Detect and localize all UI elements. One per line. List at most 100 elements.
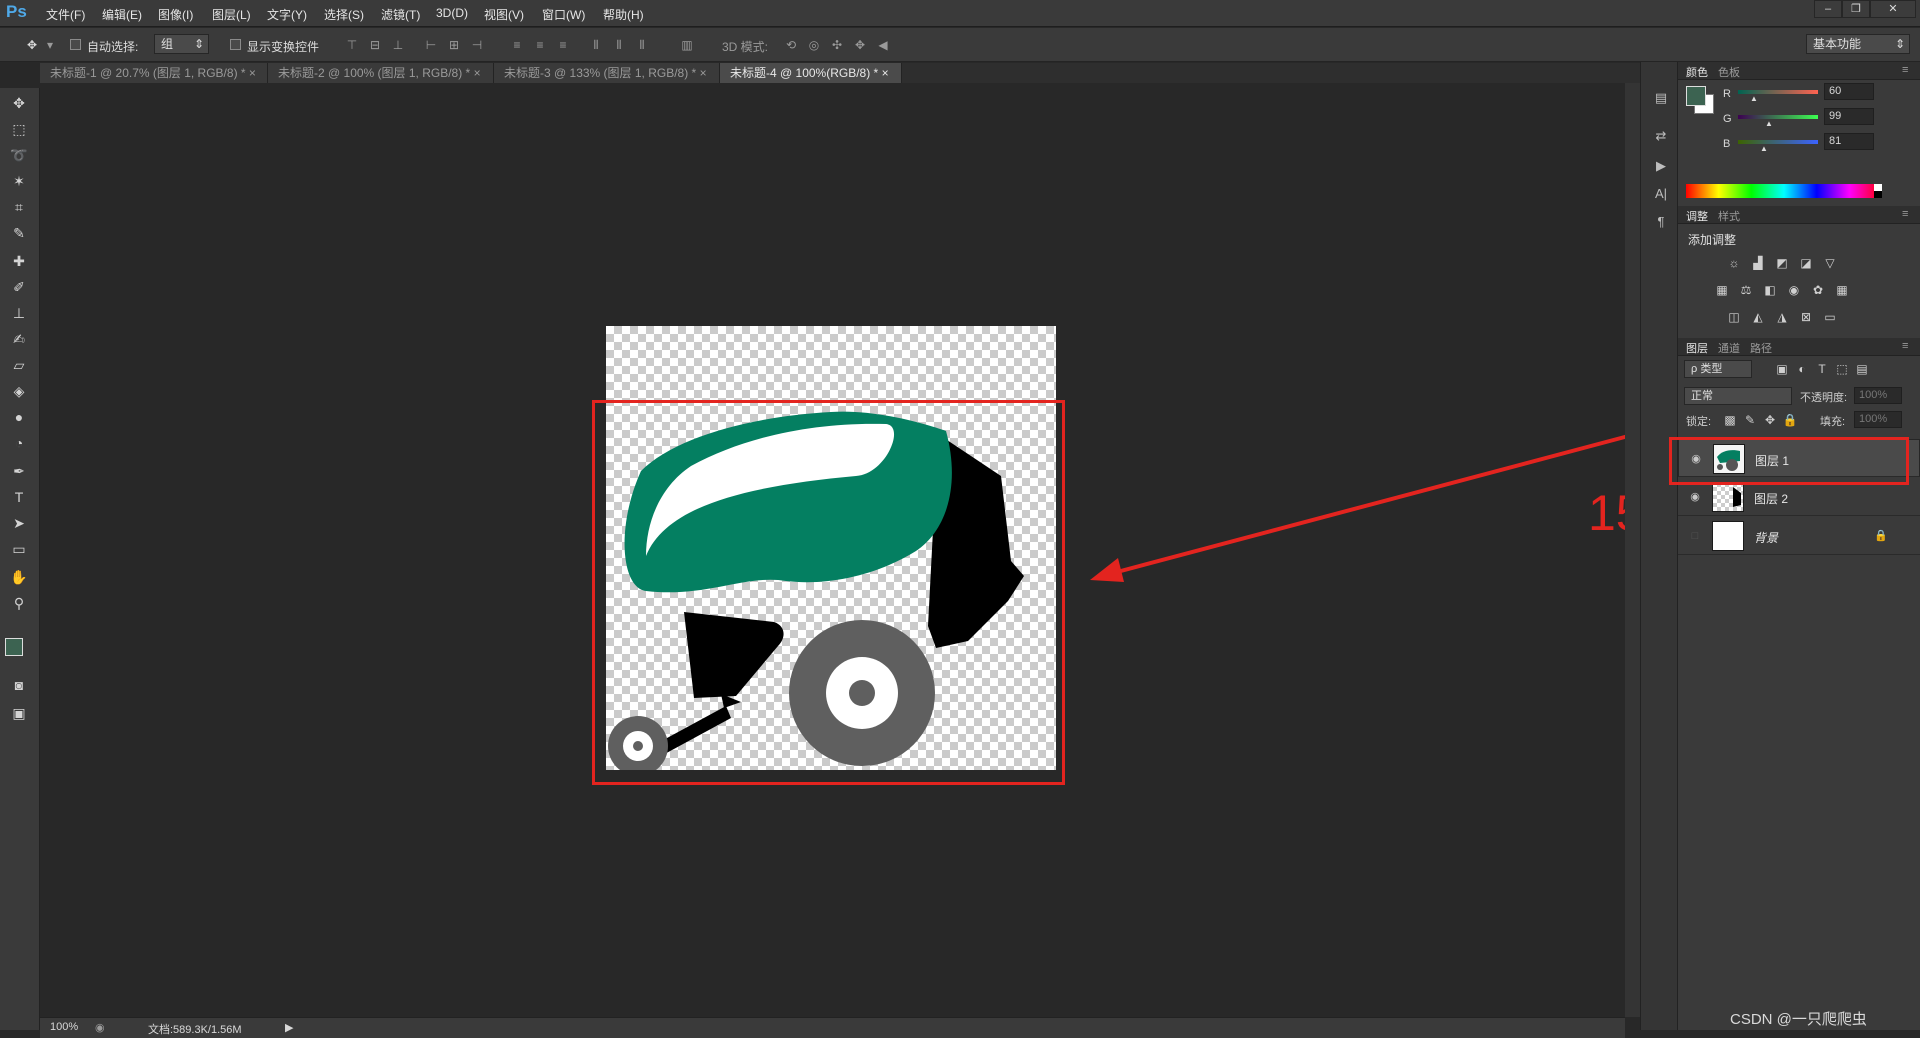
screen-mode-icon[interactable]: ▣ xyxy=(8,702,30,724)
panel-menu-icon[interactable]: ≡ xyxy=(1902,340,1908,352)
distribute-vcenter-icon[interactable]: ≡ xyxy=(533,38,547,52)
distribute-bottom-icon[interactable]: ≡ xyxy=(556,38,570,52)
3d-rotate-icon[interactable]: ⟲ xyxy=(784,38,798,52)
tab-styles[interactable]: 样式 xyxy=(1718,208,1740,224)
photo-filter-icon[interactable]: ◉ xyxy=(1786,283,1802,297)
tab-channels[interactable]: 通道 xyxy=(1718,340,1740,356)
channel-b-value[interactable]: 81 xyxy=(1824,133,1874,150)
lasso-tool-icon[interactable]: ➰ xyxy=(8,144,30,166)
menu-window[interactable]: 窗口(W) xyxy=(542,6,585,23)
tab-swatches[interactable]: 色板 xyxy=(1718,64,1740,80)
magic-wand-icon[interactable]: ✶ xyxy=(8,170,30,192)
menu-edit[interactable]: 编辑(E) xyxy=(102,6,142,23)
properties-panel-icon[interactable]: ⇄ xyxy=(1653,128,1669,144)
selective-color-icon[interactable]: ⊠ xyxy=(1798,310,1814,324)
tab-paths[interactable]: 路径 xyxy=(1750,340,1772,356)
workspace-dropdown[interactable]: 基本功能 ⇕ xyxy=(1806,34,1910,54)
lock-pixels-icon[interactable]: ✎ xyxy=(1742,413,1758,427)
color-lookup-icon[interactable]: ▦ xyxy=(1834,283,1850,297)
hue-saturation-icon[interactable]: ▦ xyxy=(1714,283,1730,297)
menu-layer[interactable]: 图层(L) xyxy=(212,6,251,23)
align-bottom-icon[interactable]: ⊥ xyxy=(391,38,405,52)
filter-pixel-icon[interactable]: ▣ xyxy=(1774,362,1790,376)
shape-tool-icon[interactable]: ▭ xyxy=(8,538,30,560)
tab-untitled-4[interactable]: 未标题-4 @ 100%(RGB/8) * × xyxy=(720,63,902,83)
distribute-left-icon[interactable]: ⦀ xyxy=(589,38,603,52)
black-white-icon[interactable]: ◧ xyxy=(1762,283,1778,297)
align-right-icon[interactable]: ⊣ xyxy=(470,38,484,52)
restore-button[interactable]: ❐ xyxy=(1842,0,1870,18)
zoom-tool-icon[interactable]: ⚲ xyxy=(8,592,30,614)
distribute-top-icon[interactable]: ≡ xyxy=(510,38,524,52)
quick-mask-icon[interactable]: ◙ xyxy=(8,674,30,696)
crop-tool-icon[interactable]: ⌗ xyxy=(8,196,30,218)
fill-value[interactable]: 100% xyxy=(1854,411,1902,428)
eraser-tool-icon[interactable]: ▱ xyxy=(8,354,30,376)
color-balance-icon[interactable]: ⚖ xyxy=(1738,283,1754,297)
curves-icon[interactable]: ◩ xyxy=(1774,256,1790,270)
blur-tool-icon[interactable]: ● xyxy=(8,406,30,428)
filter-type-icon[interactable]: T xyxy=(1814,362,1830,376)
blend-mode-dropdown[interactable]: 正常 xyxy=(1684,387,1792,405)
menu-select[interactable]: 选择(S) xyxy=(324,6,364,23)
healing-brush-icon[interactable]: ✚ xyxy=(8,250,30,272)
menu-view[interactable]: 视图(V) xyxy=(484,6,524,23)
tab-untitled-2[interactable]: 未标题-2 @ 100% (图层 1, RGB/8) * × xyxy=(268,63,494,83)
dodge-tool-icon[interactable]: ◔ xyxy=(8,432,30,454)
zoom-level[interactable]: 100% xyxy=(50,1021,78,1033)
distribute-hcenter-icon[interactable]: ⦀ xyxy=(612,38,626,52)
pen-tool-icon[interactable]: ✒ xyxy=(8,460,30,482)
paragraph-panel-icon[interactable]: ¶ xyxy=(1653,214,1669,230)
opacity-value[interactable]: 100% xyxy=(1854,387,1902,404)
move-tool-icon[interactable]: ✥ xyxy=(8,92,30,114)
channel-g-value[interactable]: 99 xyxy=(1824,108,1874,125)
auto-align-icon[interactable]: ▥ xyxy=(680,38,694,52)
black-white-swatch[interactable] xyxy=(1874,184,1882,198)
path-selection-icon[interactable]: ➤ xyxy=(8,512,30,534)
channel-mixer-icon[interactable]: ✿ xyxy=(1810,283,1826,297)
vibrance-icon[interactable]: ▽ xyxy=(1822,256,1838,270)
chevron-down-icon[interactable]: ▾ xyxy=(46,38,54,52)
3d-roll-icon[interactable]: ◎ xyxy=(807,38,821,52)
type-tool-icon[interactable]: T xyxy=(8,486,30,508)
brush-tool-icon[interactable]: ✐ xyxy=(8,276,30,298)
invert-icon[interactable]: ◫ xyxy=(1726,310,1742,324)
minimize-button[interactable]: – xyxy=(1814,0,1842,18)
tab-color[interactable]: 颜色 xyxy=(1686,64,1708,80)
menu-image[interactable]: 图像(I) xyxy=(158,6,193,23)
lock-position-icon[interactable]: ✥ xyxy=(1762,413,1778,427)
close-window-button[interactable]: ✕ xyxy=(1870,0,1916,18)
panel-menu-icon[interactable]: ≡ xyxy=(1902,208,1908,220)
menu-file[interactable]: 文件(F) xyxy=(46,6,85,23)
color-foreground-swatch[interactable] xyxy=(1686,86,1706,106)
levels-icon[interactable]: ▟ xyxy=(1750,256,1766,270)
tab-untitled-1[interactable]: 未标题-1 @ 20.7% (图层 1, RGB/8) * × xyxy=(40,63,268,83)
filter-shape-icon[interactable]: ⬚ xyxy=(1834,362,1850,376)
menu-type[interactable]: 文字(Y) xyxy=(267,6,307,23)
auto-select-dropdown[interactable]: 组 ⇕ xyxy=(154,34,209,54)
align-top-icon[interactable]: ⊤ xyxy=(345,38,359,52)
tab-adjustments[interactable]: 调整 xyxy=(1686,208,1708,224)
tab-layers[interactable]: 图层 xyxy=(1686,340,1708,356)
3d-scale-icon[interactable]: ◀ xyxy=(876,38,890,52)
align-hcenter-icon[interactable]: ⊞ xyxy=(447,38,461,52)
layer-row-background[interactable]: □ 背景 🔒 xyxy=(1678,517,1920,555)
color-spectrum-bar[interactable] xyxy=(1686,184,1882,198)
slider-thumb-icon[interactable]: ▲ xyxy=(1750,94,1758,103)
eyedropper-icon[interactable]: ✎ xyxy=(8,222,30,244)
slider-thumb-icon[interactable]: ▲ xyxy=(1765,119,1773,128)
lock-transparent-icon[interactable]: ▩ xyxy=(1722,413,1738,427)
3d-slide-icon[interactable]: ✥ xyxy=(853,38,867,52)
panel-menu-icon[interactable]: ≡ xyxy=(1902,64,1908,76)
threshold-icon[interactable]: ◮ xyxy=(1774,310,1790,324)
actions-play-icon[interactable]: ▶ xyxy=(1653,158,1669,174)
move-tool-icon[interactable]: ✥ xyxy=(22,38,42,52)
align-left-icon[interactable]: ⊢ xyxy=(424,38,438,52)
tab-close-icon[interactable]: × xyxy=(474,66,481,80)
status-menu-arrow-icon[interactable]: ▶ xyxy=(285,1021,293,1034)
tab-untitled-3[interactable]: 未标题-3 @ 133% (图层 1, RGB/8) * × xyxy=(494,63,720,83)
paint-bucket-icon[interactable]: ◈ xyxy=(8,380,30,402)
filter-adjust-icon[interactable]: ◐ xyxy=(1794,362,1810,376)
history-brush-icon[interactable]: ✍ xyxy=(8,328,30,350)
brightness-icon[interactable]: ☼ xyxy=(1726,256,1742,270)
